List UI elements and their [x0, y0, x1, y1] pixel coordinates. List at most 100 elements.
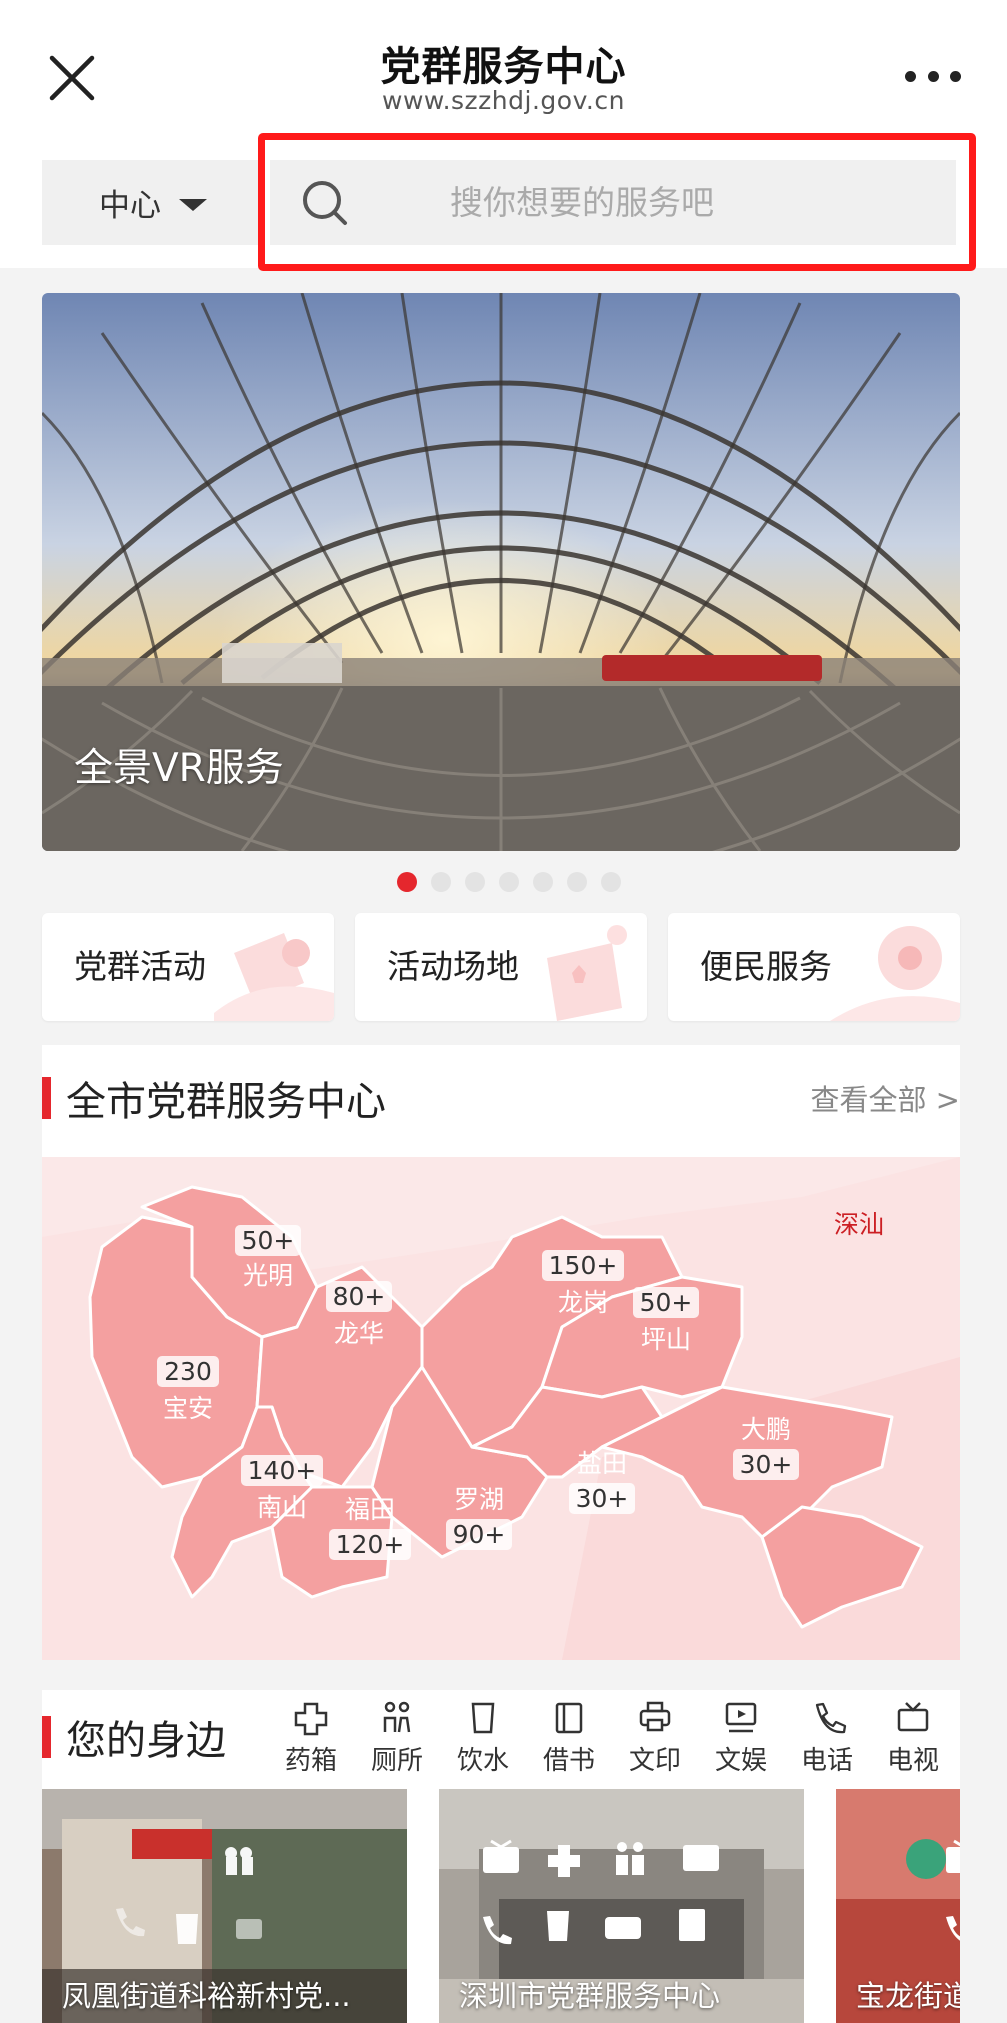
amenity-label: 饮水 [456, 1746, 509, 1776]
toilet-icon [383, 1701, 411, 1733]
medicine-box-icon [294, 1702, 328, 1736]
district-name: 宝安 [162, 1394, 213, 1423]
section-accent-bar [42, 1077, 51, 1119]
section-title: 您的身边 [66, 1718, 226, 1764]
district-name: 坪山 [640, 1325, 691, 1354]
carousel-dot[interactable] [600, 872, 621, 892]
carousel-dot[interactable] [498, 872, 519, 892]
more-dot [927, 70, 939, 82]
search-placeholder: 搜你想要的服务吧 [450, 183, 714, 222]
category-label: 党群活动 [74, 947, 206, 986]
carousel-dot[interactable] [566, 872, 587, 892]
more-dots-icon [905, 70, 916, 82]
place-name: 宝龙街道 [856, 1979, 960, 2013]
page-url: www.szzhdj.gov.cn [382, 86, 625, 115]
district-marker-dapeng[interactable]: 大鹏 30+ [711, 1410, 821, 1480]
amenity-label: 药箱 [284, 1746, 337, 1776]
public-service-icon [830, 926, 960, 1021]
district-name: 大鹏 [740, 1415, 791, 1444]
centers-section: 全市党群服务中心 查看全部 > 50+ 光明 80+ 龙华 230 宝安 140… [42, 1045, 960, 1660]
district-name: 盐田 [576, 1449, 627, 1478]
amenity-label: 电话 [800, 1746, 853, 1776]
printer-icon [639, 1701, 671, 1732]
book-icon [555, 1702, 583, 1734]
category-card-venues[interactable]: 活动场地 [355, 913, 647, 1021]
carousel-dot[interactable] [430, 872, 451, 892]
amenity-water[interactable]: 饮水 [440, 1698, 526, 1777]
district-count: 120+ [328, 1529, 412, 1560]
venue-icon [547, 925, 627, 1021]
district-marker-yantian[interactable]: 盐田 30+ [547, 1444, 657, 1514]
view-all-link[interactable]: 查看全部 > [810, 1077, 960, 1119]
amenity-medicine-box[interactable]: 药箱 [268, 1698, 354, 1777]
category-label: 便民服务 [700, 947, 832, 986]
place-name: 深圳市党群服务中心 [459, 1979, 721, 2013]
header: 党群服务中心 www.szzhdj.gov.cn 中心 搜你想要的服务吧 [0, 0, 1007, 271]
party-activity-icon [214, 933, 334, 1021]
district-count: 140+ [240, 1455, 324, 1486]
tv-icon [897, 1702, 929, 1732]
amenity-label: 文印 [628, 1746, 681, 1776]
place-name: 凤凰街道科裕新村党... [62, 1979, 351, 2013]
carousel-indicator [0, 872, 1007, 892]
vr-banner[interactable]: 全景VR服务 [42, 293, 960, 851]
more-button[interactable] [905, 64, 961, 88]
banner-caption: 全景VR服务 [74, 746, 284, 791]
search-icon [303, 181, 347, 225]
district-marker-shenshan[interactable]: 深汕 [834, 1205, 884, 1241]
amenity-toilet[interactable]: 厕所 [354, 1698, 440, 1777]
section-title: 全市党群服务中心 [66, 1079, 386, 1125]
center-filter-dropdown[interactable]: 中心 [42, 160, 264, 245]
district-count: 80+ [325, 1281, 393, 1312]
amenity-label: 电视 [886, 1746, 939, 1776]
district-count: 150+ [541, 1250, 625, 1281]
place-amenity-icons [483, 1839, 719, 1945]
search-input[interactable]: 搜你想要的服务吧 [270, 160, 956, 245]
category-label: 活动场地 [387, 947, 519, 986]
carousel-dot[interactable] [532, 872, 553, 892]
amenity-label: 文娱 [714, 1746, 767, 1776]
amenity-entertainment[interactable]: 文娱 [698, 1698, 784, 1777]
district-count: 230 [157, 1356, 219, 1387]
category-card-party-activities[interactable]: 党群活动 [42, 913, 334, 1021]
place-amenity-icons [946, 1839, 960, 1941]
district-marker-longhua[interactable]: 80+ 龙华 [304, 1281, 414, 1350]
place-card[interactable]: 宝龙街道 [836, 1789, 960, 2023]
more-dot [950, 70, 961, 82]
page-title: 党群服务中心 [380, 44, 627, 90]
filter-label: 中心 [99, 188, 161, 224]
district-count: 30+ [568, 1483, 636, 1514]
district-name: 福田 [344, 1495, 395, 1524]
water-cup-icon [471, 1702, 495, 1734]
district-count: 50+ [234, 1225, 302, 1256]
district-marker-futian[interactable]: 福田 120+ [315, 1490, 425, 1560]
amenity-phone[interactable]: 电话 [784, 1698, 870, 1777]
district-count: 90+ [445, 1519, 513, 1550]
district-count: 30+ [732, 1449, 800, 1480]
place-amenity-icons [116, 1847, 262, 1944]
category-card-public-services[interactable]: 便民服务 [668, 913, 960, 1021]
carousel-dot[interactable] [464, 872, 485, 892]
place-card[interactable]: 凤凰街道科裕新村党... [42, 1789, 407, 2023]
district-marker-pingshan[interactable]: 50+ 坪山 [611, 1287, 721, 1356]
category-cards: 党群活动 活动场地 便民服务 [42, 913, 960, 1021]
district-count: 50+ [632, 1287, 700, 1318]
amenity-label: 厕所 [370, 1746, 423, 1776]
nearby-section: 您的身边 药箱 厕所 饮水 借书 文印 文娱 电话 电视 凤凰街道科裕新村党..… [42, 1690, 960, 2023]
shenzhen-district-map: 50+ 光明 80+ 龙华 230 宝安 140+ 南山 福田 120+ 罗湖 … [42, 1157, 960, 1660]
phone-icon [815, 1702, 847, 1734]
amenity-filter-bar: 药箱 厕所 饮水 借书 文印 文娱 电话 电视 [268, 1698, 956, 1777]
caret-down-icon [179, 198, 207, 211]
amenity-book[interactable]: 借书 [526, 1698, 612, 1777]
district-name: 龙华 [333, 1319, 384, 1348]
entertainment-icon [725, 1702, 757, 1733]
nearby-places-carousel: 凤凰街道科裕新村党... 深圳市党群服务中心 宝龙街道 [42, 1789, 960, 2023]
section-accent-bar [42, 1716, 51, 1758]
amenity-tv[interactable]: 电视 [870, 1698, 956, 1777]
amenity-print[interactable]: 文印 [612, 1698, 698, 1777]
district-marker-luohu[interactable]: 罗湖 90+ [424, 1480, 534, 1550]
district-name: 罗湖 [453, 1485, 504, 1514]
carousel-dot[interactable] [396, 872, 417, 892]
district-marker-baoan[interactable]: 230 宝安 [133, 1356, 243, 1425]
place-card[interactable]: 深圳市党群服务中心 [439, 1789, 804, 2023]
